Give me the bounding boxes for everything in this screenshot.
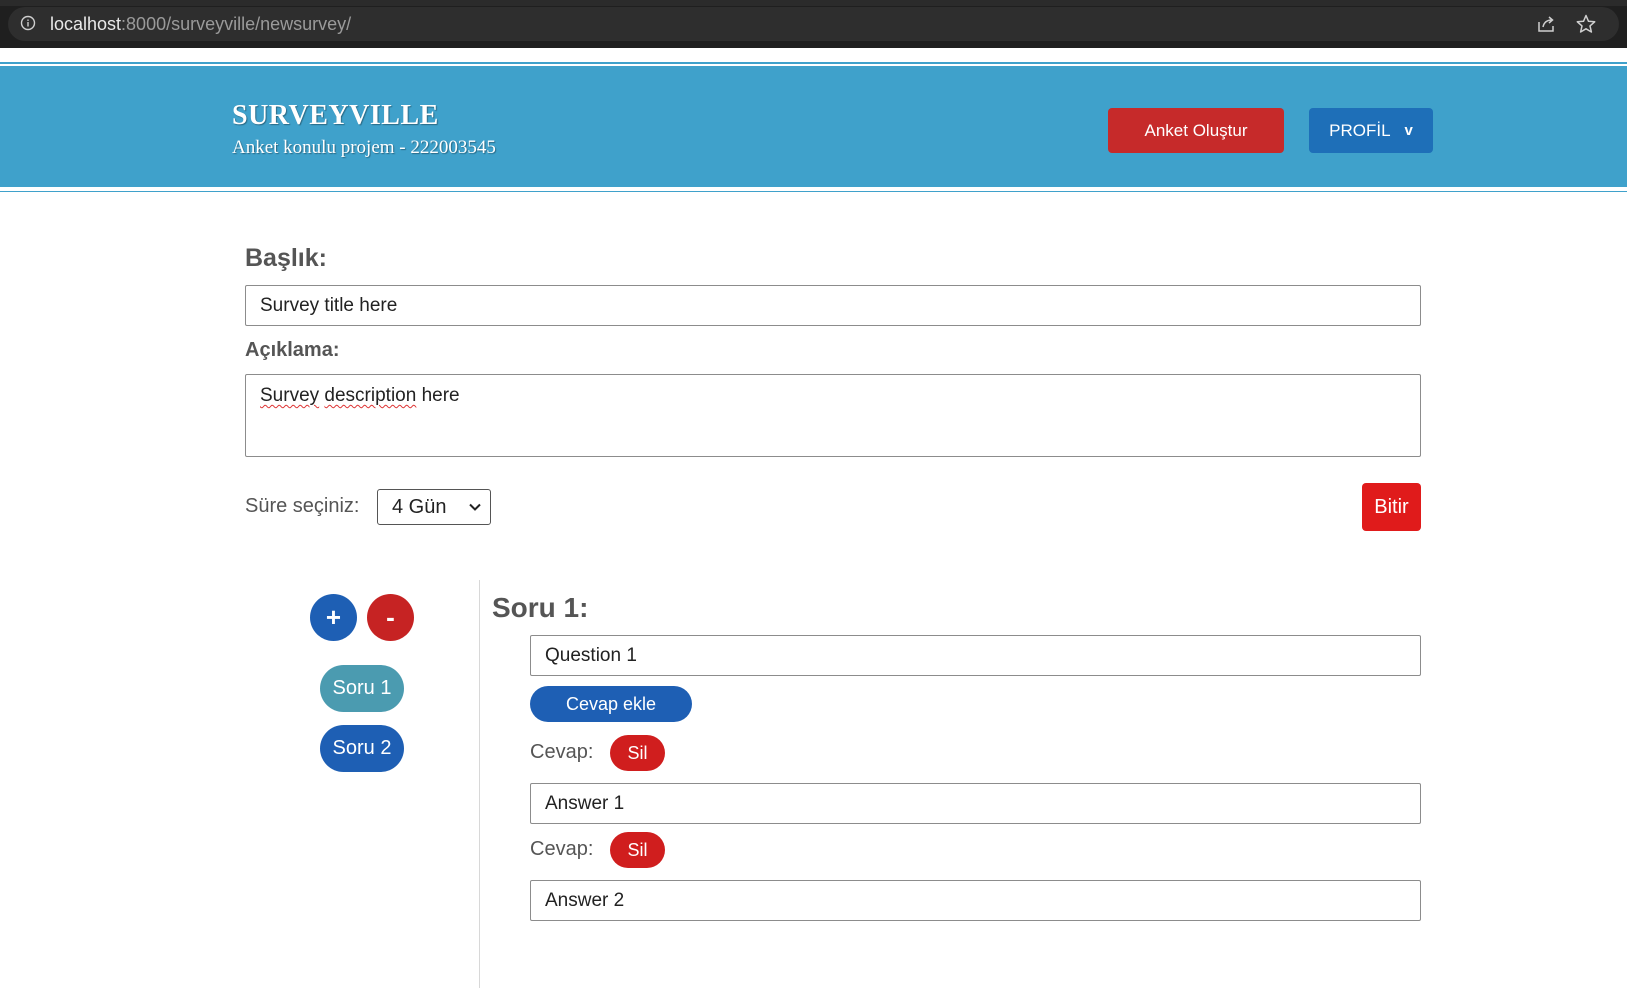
question-nav-item-2[interactable]: Soru 2 — [320, 725, 404, 772]
spellcheck-word: description — [324, 385, 417, 406]
question-nav-item-1[interactable]: Soru 1 — [320, 665, 404, 712]
add-answer-button[interactable]: Cevap ekle — [530, 686, 692, 722]
url-path: :8000/surveyville/newsurvey/ — [121, 14, 352, 34]
question-text-input[interactable]: Question 1 — [530, 635, 1421, 676]
answer-value: Answer 2 — [545, 889, 625, 911]
url-text[interactable]: localhost:8000/surveyville/newsurvey/ — [50, 14, 351, 35]
delete-answer-button[interactable]: Sil — [610, 735, 665, 771]
finish-button[interactable]: Bitir — [1362, 483, 1421, 531]
remove-question-button[interactable]: - — [367, 594, 414, 641]
bookmark-star-icon[interactable] — [1575, 13, 1597, 35]
chevron-down-icon: v — [1404, 122, 1413, 139]
answer-label: Cevap: — [530, 838, 594, 860]
create-survey-button[interactable]: Anket Oluştur — [1108, 108, 1284, 153]
address-bar[interactable]: localhost:8000/surveyville/newsurvey/ — [8, 7, 1619, 41]
duration-label: Süre seçiniz: — [245, 495, 360, 517]
description-label: Açıklama: — [245, 339, 340, 361]
survey-description-textarea[interactable]: Survey description here — [245, 374, 1421, 457]
description-word: here — [421, 385, 460, 406]
browser-toolbar: localhost:8000/surveyville/newsurvey/ — [0, 0, 1627, 48]
question-text-value: Question 1 — [545, 644, 637, 666]
answer-label: Cevap: — [530, 741, 594, 763]
header-bottom-rule — [0, 191, 1627, 192]
chevron-down-icon — [469, 503, 481, 511]
answer-input[interactable]: Answer 1 — [530, 783, 1421, 824]
header-top-rule — [0, 62, 1627, 64]
answer-value: Answer 1 — [545, 792, 625, 814]
site-brand[interactable]: SURVEYVILLE — [232, 100, 439, 132]
site-info-icon[interactable] — [20, 15, 36, 31]
share-icon[interactable] — [1535, 13, 1557, 35]
spellcheck-word: Survey — [260, 385, 320, 406]
delete-answer-button[interactable]: Sil — [610, 832, 665, 868]
survey-description-value: Survey description here — [260, 385, 460, 407]
question-heading: Soru 1: — [492, 592, 589, 623]
duration-selected-value: 4 Gün — [392, 495, 447, 518]
question-panel-divider — [479, 580, 480, 988]
survey-title-input[interactable]: Survey title here — [245, 285, 1421, 326]
tab-strip-edge — [0, 0, 1627, 6]
profile-label: PROFİL — [1329, 120, 1391, 140]
site-tagline: Anket konulu projem - 222003545 — [232, 137, 496, 158]
title-label: Başlık: — [245, 244, 327, 272]
url-host: localhost — [50, 14, 122, 34]
add-question-button[interactable]: + — [310, 594, 357, 641]
answer-input[interactable]: Answer 2 — [530, 880, 1421, 921]
profile-menu-button[interactable]: PROFİL v — [1309, 108, 1433, 153]
duration-select[interactable]: 4 Gün — [377, 489, 491, 525]
survey-title-value: Survey title here — [260, 294, 398, 316]
